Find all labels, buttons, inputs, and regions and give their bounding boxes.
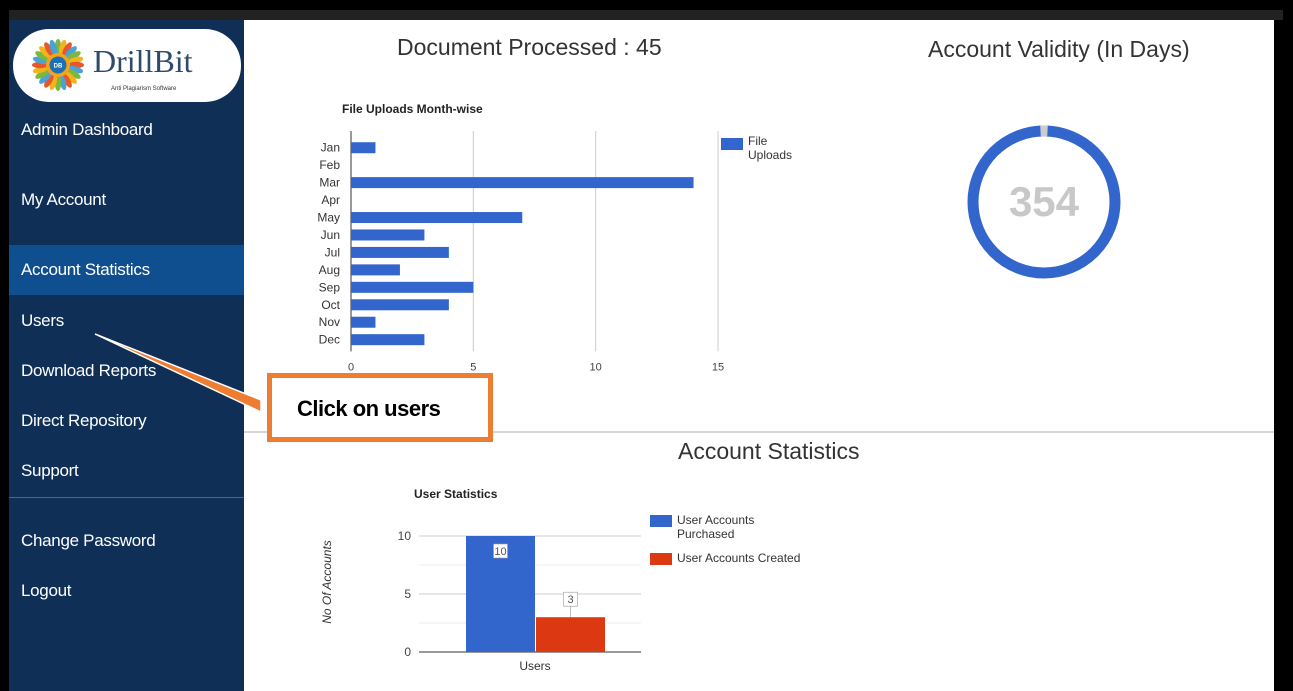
- sidebar-item-logout[interactable]: Logout: [9, 581, 244, 601]
- legend-swatch-file-uploads: [721, 138, 743, 150]
- user-statistics-chart-title: User Statistics: [414, 487, 498, 501]
- x-tick-label: 10: [590, 361, 602, 373]
- user-statistics-chart: 0 5 10 10 3 Users: [398, 529, 641, 673]
- sidebar-divider: [9, 497, 244, 498]
- legend-swatch-accounts-purchased: [650, 515, 672, 527]
- account-validity-value: 354: [1008, 178, 1080, 225]
- data-label: 10: [494, 546, 506, 558]
- legend-label-accounts-purchased: User Accounts Purchased: [677, 513, 755, 541]
- data-label: 3: [567, 594, 573, 606]
- user-statistics-y-axis-label: No Of Accounts: [320, 540, 334, 624]
- account-validity-title: Account Validity (In Days): [928, 36, 1190, 62]
- legend-label-accounts-created: User Accounts Created: [677, 551, 801, 565]
- account-statistics-title: Account Statistics: [678, 438, 860, 464]
- window-top-edge: [9, 10, 1283, 20]
- legend-swatch-accounts-created: [650, 553, 672, 565]
- y-tick-label: 0: [404, 645, 411, 659]
- sidebar-item-change-password[interactable]: Change Password: [9, 531, 244, 551]
- app-frame: DB DrillBit Anti Plagiarism Software Adm…: [9, 20, 1283, 691]
- sidebar-item-support[interactable]: Support: [9, 461, 244, 481]
- bar-accounts-created: [536, 617, 605, 652]
- y-tick-label: 10: [398, 529, 412, 543]
- x-tick-label: 15: [712, 361, 724, 373]
- legend-label-file-uploads: File Uploads: [748, 134, 793, 162]
- y-tick-label: 5: [404, 587, 411, 601]
- callout-text: Click on users: [297, 396, 441, 421]
- callout-box: Click on users: [267, 373, 493, 442]
- window-right-edge: [1274, 20, 1283, 691]
- x-category-label: Users: [519, 659, 550, 673]
